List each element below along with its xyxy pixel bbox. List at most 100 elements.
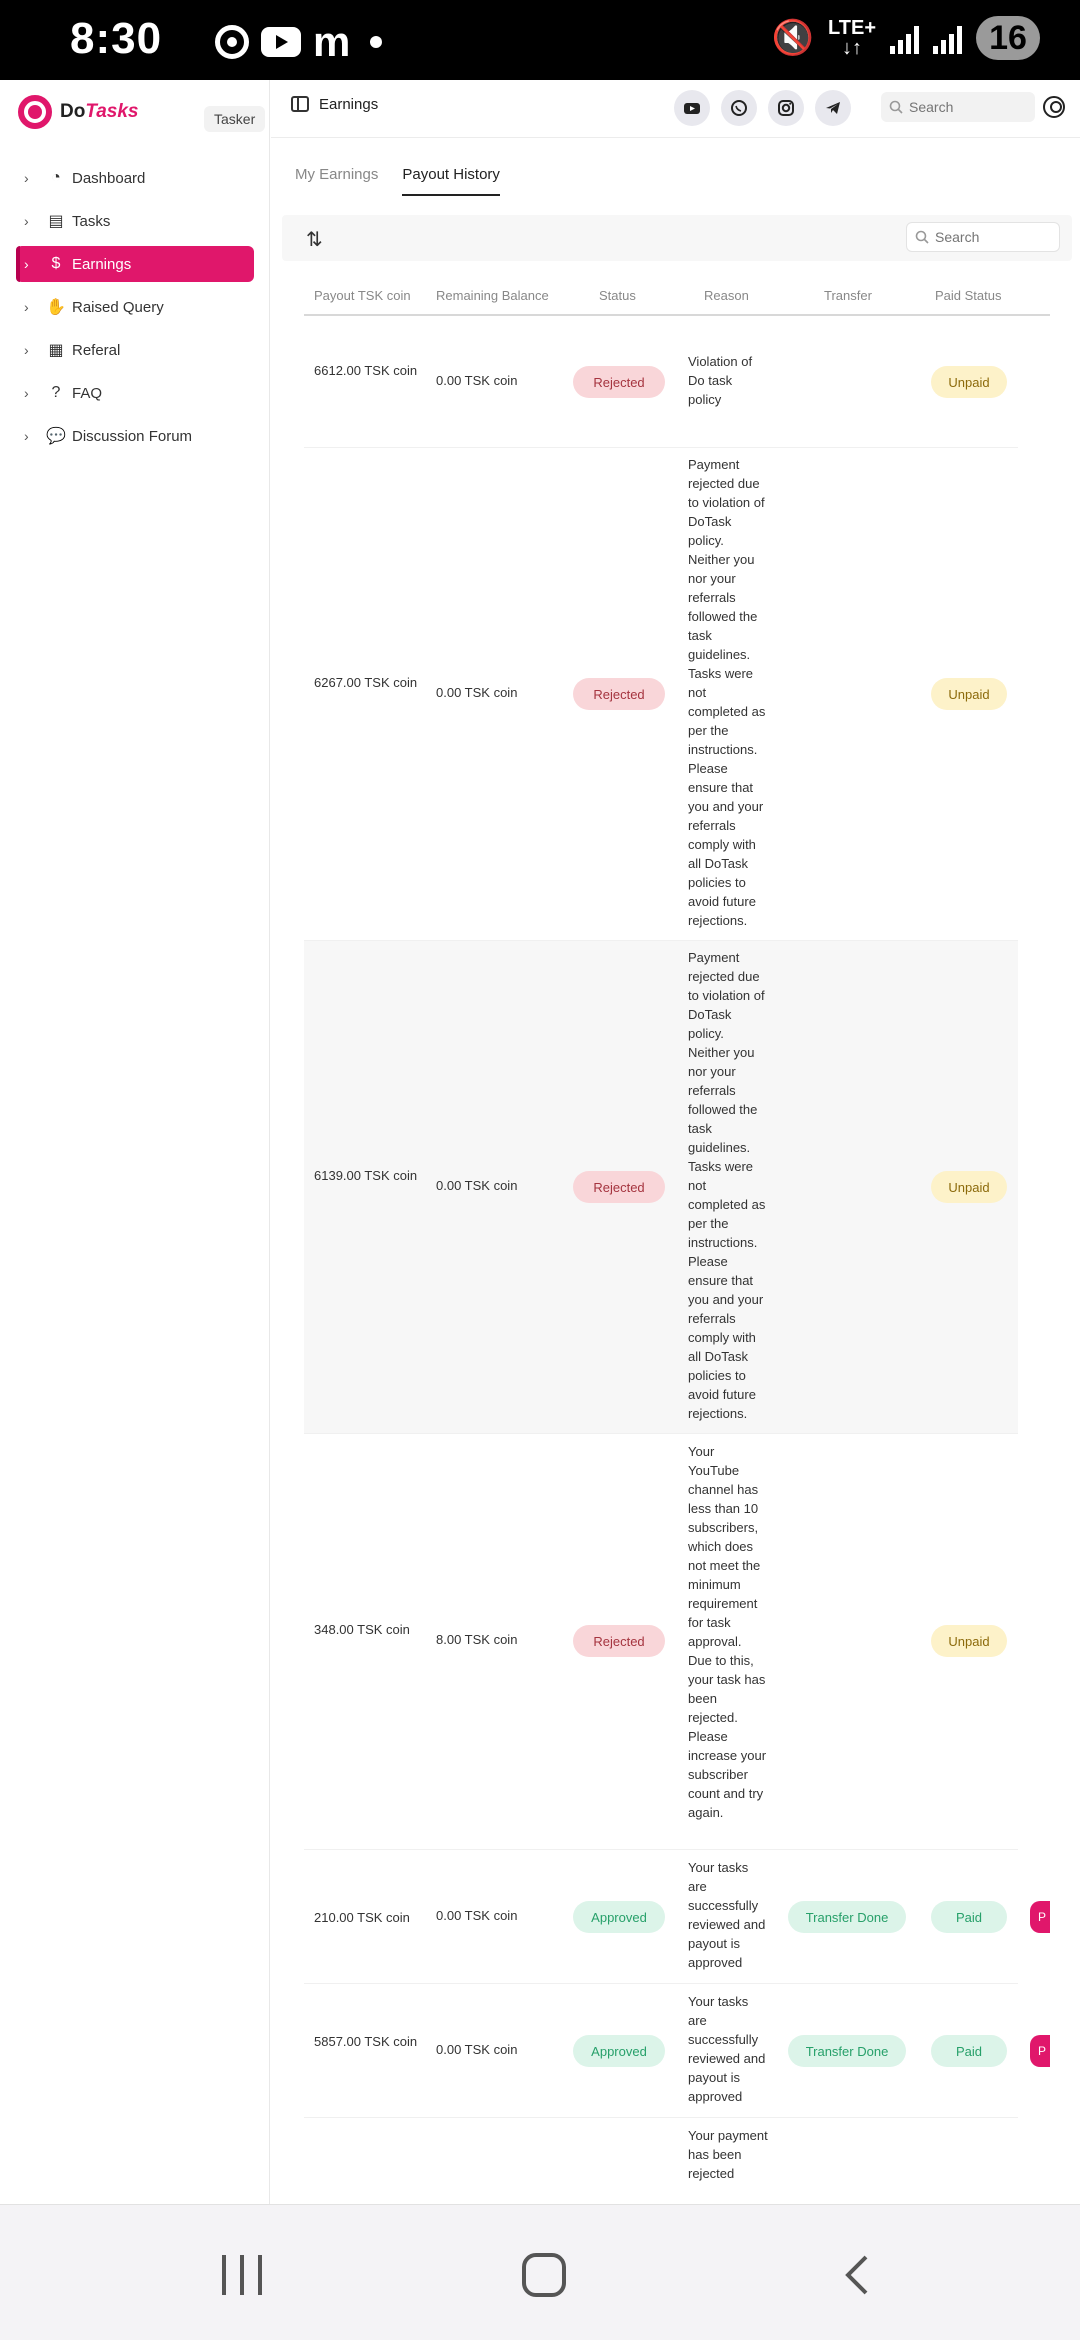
remaining-balance: 0.00 TSK coin: [436, 2042, 518, 2057]
recents-button[interactable]: [222, 2255, 262, 2295]
table-row[interactable]: 6139.00 TSK coin 0.00 TSK coin Rejected …: [304, 941, 1018, 1434]
sidebar-toggle-icon[interactable]: [291, 96, 309, 112]
reason-text: Your YouTube channel has less than 10 su…: [688, 1444, 767, 1820]
sort-icon[interactable]: ⇅: [306, 227, 323, 252]
paid-status-badge: Unpaid: [931, 678, 1007, 710]
signal-icon: [933, 22, 962, 54]
column-header[interactable]: Paid Status: [935, 288, 1002, 303]
remaining-balance: 0.00 TSK coin: [436, 1178, 518, 1193]
transfer-badge: Transfer Done: [788, 2035, 906, 2067]
youtube-icon: [261, 27, 301, 57]
chevron-right-icon: ›: [24, 213, 29, 229]
dot-icon: [370, 36, 383, 48]
status-bar: 8:30 m 🔇 LTE+ ↓↑ 16: [0, 0, 1080, 80]
reason-text: Your tasks are successfully reviewed and…: [688, 1994, 766, 2104]
remaining-balance: 8.00 TSK coin: [436, 1632, 518, 1647]
logo-icon: [18, 95, 52, 129]
sidebar: DoTasks Tasker › ◔ Dashboard › ▤ Tasks ›…: [0, 80, 270, 2204]
reason-text: Payment rejected due to violation of DoT…: [688, 457, 766, 928]
sidebar-item-label: Earnings: [72, 255, 132, 273]
sidebar-item-label: FAQ: [72, 384, 103, 402]
reason-text: Payment rejected due to violation of DoT…: [688, 950, 766, 1421]
status-time: 8:30: [70, 14, 163, 63]
status-badge: Approved: [573, 2035, 665, 2067]
dashboard-icon: ◔: [51, 169, 61, 186]
table-row[interactable]: 6612.00 TSK coin 0.00 TSK coin Rejected …: [304, 316, 1018, 448]
remaining-balance: 0.00 TSK coin: [436, 685, 518, 700]
sidebar-item-raised-query[interactable]: › ✋ Raised Query: [16, 289, 254, 325]
mute-icon: 🔇: [771, 19, 815, 57]
table-search-input[interactable]: [935, 229, 1045, 245]
chevron-right-icon: ›: [24, 428, 29, 444]
table-row[interactable]: 348.00 TSK coin 8.00 TSK coin Rejected Y…: [304, 1434, 1018, 1850]
table-row[interactable]: 6267.00 TSK coin 0.00 TSK coin Rejected …: [304, 448, 1018, 941]
sidebar-item-earnings[interactable]: › $ Earnings: [16, 246, 254, 282]
paid-status-badge: Unpaid: [931, 1625, 1007, 1657]
sidebar-item-referal[interactable]: › ▦ Referal: [16, 332, 254, 368]
chat-icon: 💬: [46, 428, 66, 445]
user-avatar-icon[interactable]: [1043, 96, 1065, 118]
remaining-balance: 0.00 TSK coin: [436, 1908, 518, 1923]
dollar-icon: $: [51, 255, 61, 272]
brand-logo[interactable]: DoTasks: [18, 92, 139, 132]
notification-icons: m: [215, 18, 383, 65]
sidebar-item-label: Tasks: [72, 212, 111, 230]
sidebar-item-label: Raised Query: [72, 298, 164, 316]
brand-name: DoTasks: [60, 101, 139, 122]
app-root: DoTasks Tasker › ◔ Dashboard › ▤ Tasks ›…: [0, 80, 1080, 2204]
chevron-right-icon: ›: [24, 299, 29, 315]
table-toolbar: ⇅: [282, 215, 1072, 261]
sidebar-item-label: Discussion Forum: [72, 427, 193, 445]
whatsapp-icon[interactable]: [721, 90, 757, 126]
network-type: LTE+ ↓↑: [828, 17, 876, 59]
home-button[interactable]: [522, 2253, 566, 2297]
sidebar-nav: › ◔ Dashboard › ▤ Tasks › $ Earnings › ✋…: [0, 160, 270, 461]
top-bar: Earnings: [271, 80, 1080, 138]
header-search-input[interactable]: [909, 99, 1019, 115]
header-search[interactable]: [881, 92, 1035, 122]
chevron-right-icon: ›: [24, 256, 29, 272]
paid-status-badge: Paid: [931, 2035, 1007, 2067]
column-header[interactable]: Remaining Balance: [436, 288, 549, 303]
table-search[interactable]: [906, 222, 1060, 252]
sidebar-item-faq[interactable]: › ? FAQ: [16, 375, 254, 411]
row-action-button[interactable]: P: [1030, 1901, 1050, 1933]
status-badge: Rejected: [573, 366, 665, 398]
question-icon: ?: [51, 384, 61, 401]
gmail-icon: m: [313, 18, 351, 65]
system-nav-bar: [0, 2204, 1080, 2340]
gift-icon: ▦: [48, 342, 64, 359]
chevron-right-icon: ›: [24, 342, 29, 358]
sidebar-item-tasks[interactable]: › ▤ Tasks: [16, 203, 254, 239]
column-header[interactable]: Status: [599, 288, 636, 303]
chevron-right-icon: ›: [24, 385, 29, 401]
youtube-icon[interactable]: [674, 90, 710, 126]
status-badge: Rejected: [573, 1171, 665, 1203]
tab-my-earnings[interactable]: My Earnings: [295, 166, 378, 196]
column-header[interactable]: Transfer: [824, 288, 872, 303]
earnings-tabs: My Earnings Payout History: [295, 166, 500, 196]
tab-payout-history[interactable]: Payout History: [402, 166, 500, 196]
column-header[interactable]: Reason: [704, 288, 749, 303]
sidebar-item-label: Referal: [72, 341, 121, 359]
remaining-balance: 0.00 TSK coin: [436, 373, 518, 388]
status-badge: Rejected: [573, 678, 665, 710]
payout-amount: 6267.00 TSK coin: [314, 675, 418, 690]
system-icons: 🔇 LTE+ ↓↑ 16: [772, 16, 1040, 60]
payout-amount: 6139.00 TSK coin: [314, 1168, 418, 1183]
sidebar-item-dashboard[interactable]: › ◔ Dashboard: [16, 160, 254, 196]
sidebar-item-discussion-forum[interactable]: › 💬 Discussion Forum: [16, 418, 254, 454]
payout-amount: 5857.00 TSK coin: [314, 2034, 418, 2049]
status-badge: Approved: [573, 1901, 665, 1933]
row-action-button[interactable]: P: [1030, 2035, 1050, 2067]
table-row[interactable]: 210.00 TSK coin 0.00 TSK coin Approved Y…: [304, 1850, 1050, 1984]
back-button[interactable]: [836, 2253, 880, 2297]
status-badge: Rejected: [573, 1625, 665, 1657]
table-row[interactable]: 5857.00 TSK coin 0.00 TSK coin Approved …: [304, 1984, 1050, 2118]
instagram-icon[interactable]: [768, 90, 804, 126]
payout-history-table: Payout TSK coin Remaining Balance Status…: [304, 278, 1050, 2208]
telegram-icon[interactable]: [815, 90, 851, 126]
column-header[interactable]: Payout TSK coin: [314, 288, 411, 303]
table-row[interactable]: Your payment has been rejected: [304, 2118, 1018, 2208]
paid-status-badge: Unpaid: [931, 1171, 1007, 1203]
